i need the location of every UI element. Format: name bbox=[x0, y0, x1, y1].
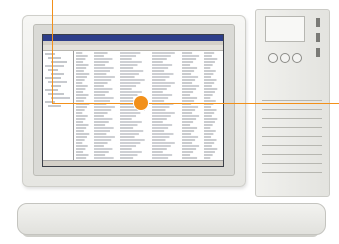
callout-line-horizontal bbox=[52, 103, 339, 104]
tower-vent bbox=[262, 109, 322, 110]
tower-button-1 bbox=[268, 53, 278, 63]
screen-status-bar bbox=[43, 160, 223, 166]
callout-dot-icon bbox=[134, 96, 148, 110]
tower-slot-1 bbox=[316, 18, 320, 27]
tower-slot-2 bbox=[316, 33, 320, 42]
tower-vent bbox=[262, 172, 322, 173]
screen-table bbox=[74, 51, 223, 160]
tower-vent bbox=[262, 163, 322, 164]
keyboard-icon bbox=[17, 203, 326, 235]
tower-button-3 bbox=[292, 53, 302, 63]
tower-vent bbox=[262, 127, 322, 128]
tree-lines bbox=[45, 53, 70, 107]
tower-vent bbox=[262, 154, 322, 155]
callout-line-vertical bbox=[52, 0, 53, 103]
tower-button-2 bbox=[280, 53, 290, 63]
screen-tree-panel bbox=[43, 51, 74, 160]
tower-vent bbox=[262, 145, 322, 146]
tower-slot-3 bbox=[316, 48, 320, 57]
tower-vent bbox=[262, 136, 322, 137]
drive-bay bbox=[265, 16, 305, 42]
computer-illustration bbox=[0, 0, 339, 244]
tower-vent bbox=[262, 100, 322, 101]
monitor-screen bbox=[42, 34, 224, 167]
table-lines bbox=[76, 52, 218, 159]
tower-vent bbox=[262, 118, 322, 119]
